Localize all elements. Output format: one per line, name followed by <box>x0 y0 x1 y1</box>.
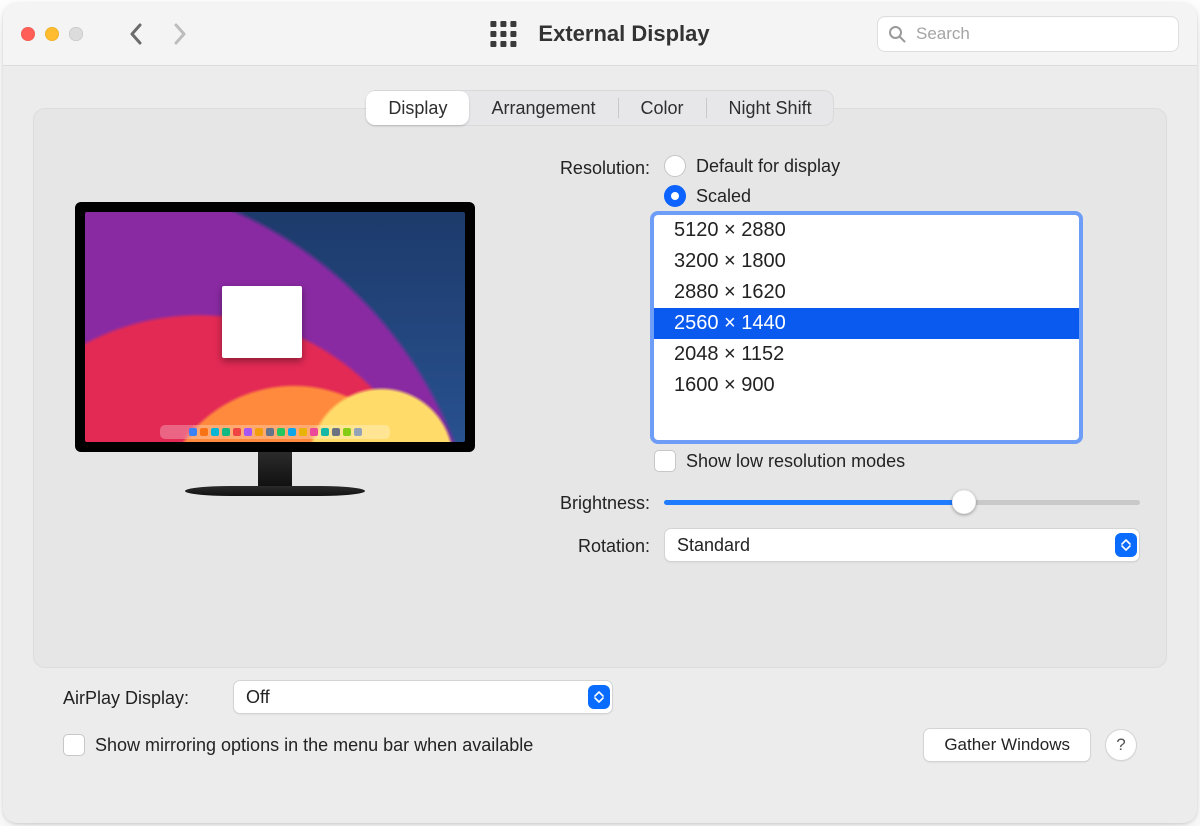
resolution-option[interactable]: 2048 × 1152 <box>654 339 1079 370</box>
preferences-window: External Display Display Arrangement Col… <box>3 3 1197 823</box>
back-button[interactable] <box>123 21 149 47</box>
resolution-option[interactable]: 3200 × 1800 <box>654 246 1079 277</box>
close-window-button[interactable] <box>21 27 35 41</box>
search-input[interactable] <box>914 23 1168 45</box>
resolution-default-radio[interactable]: Default for display <box>664 155 1140 177</box>
monitor-illustration <box>75 202 475 496</box>
tab-bar: Display Arrangement Color Night Shift <box>366 90 833 126</box>
show-low-res-label: Show low resolution modes <box>686 451 905 472</box>
airplay-label: AirPlay Display: <box>63 685 233 709</box>
radio-icon <box>664 185 686 207</box>
resolution-scaled-label: Scaled <box>696 186 751 207</box>
display-preview <box>60 147 490 639</box>
resolution-option[interactable]: 1600 × 900 <box>654 370 1079 401</box>
titlebar: External Display <box>3 3 1197 66</box>
chevron-up-down-icon <box>588 685 610 709</box>
resolution-label: Resolution: <box>520 155 664 179</box>
tab-display[interactable]: Display <box>366 91 469 125</box>
brightness-label: Brightness: <box>520 490 664 514</box>
tab-arrangement[interactable]: Arrangement <box>469 91 617 125</box>
zoom-window-button <box>69 27 83 41</box>
resolution-option[interactable]: 2560 × 1440 <box>654 308 1079 339</box>
forward-button[interactable] <box>167 21 193 47</box>
resolution-option[interactable]: 2880 × 1620 <box>654 277 1079 308</box>
airplay-select[interactable]: Off <box>233 680 613 714</box>
brightness-slider[interactable] <box>664 500 1140 505</box>
search-field[interactable] <box>877 16 1179 52</box>
gather-windows-button[interactable]: Gather Windows <box>923 728 1091 762</box>
rotation-label: Rotation: <box>520 533 664 557</box>
tab-night-shift[interactable]: Night Shift <box>707 91 834 125</box>
chevron-up-down-icon <box>1115 533 1137 557</box>
tab-color[interactable]: Color <box>619 91 706 125</box>
show-mirroring-checkbox[interactable]: Show mirroring options in the menu bar w… <box>63 734 533 756</box>
show-all-prefs-button[interactable] <box>490 21 516 47</box>
window-title: External Display <box>538 21 709 47</box>
display-panel: Resolution: Default for display Scaled 5… <box>33 108 1167 668</box>
nav-buttons <box>123 21 193 47</box>
body: Display Arrangement Color Night Shift <box>3 66 1197 778</box>
show-low-res-checkbox[interactable]: Show low resolution modes <box>654 450 1140 472</box>
resolution-scaled-radio[interactable]: Scaled <box>664 185 1140 207</box>
rotation-value: Standard <box>677 535 750 556</box>
footer: AirPlay Display: Off Show mirroring opti… <box>33 668 1167 762</box>
rotation-select[interactable]: Standard <box>664 528 1140 562</box>
traffic-lights <box>21 27 83 41</box>
controls: Resolution: Default for display Scaled 5… <box>520 147 1140 639</box>
checkbox-icon <box>63 734 85 756</box>
search-icon <box>888 25 906 43</box>
resolution-option[interactable]: 5120 × 2880 <box>654 215 1079 246</box>
resolution-default-label: Default for display <box>696 156 840 177</box>
resolution-listbox[interactable]: 5120 × 28803200 × 18002880 × 16202560 × … <box>654 215 1079 440</box>
help-button[interactable]: ? <box>1105 729 1137 761</box>
show-mirroring-label: Show mirroring options in the menu bar w… <box>95 735 533 756</box>
slider-thumb[interactable] <box>952 490 976 514</box>
title-cluster: External Display <box>490 21 709 47</box>
minimize-window-button[interactable] <box>45 27 59 41</box>
checkbox-icon <box>654 450 676 472</box>
radio-icon <box>664 155 686 177</box>
airplay-value: Off <box>246 687 270 708</box>
